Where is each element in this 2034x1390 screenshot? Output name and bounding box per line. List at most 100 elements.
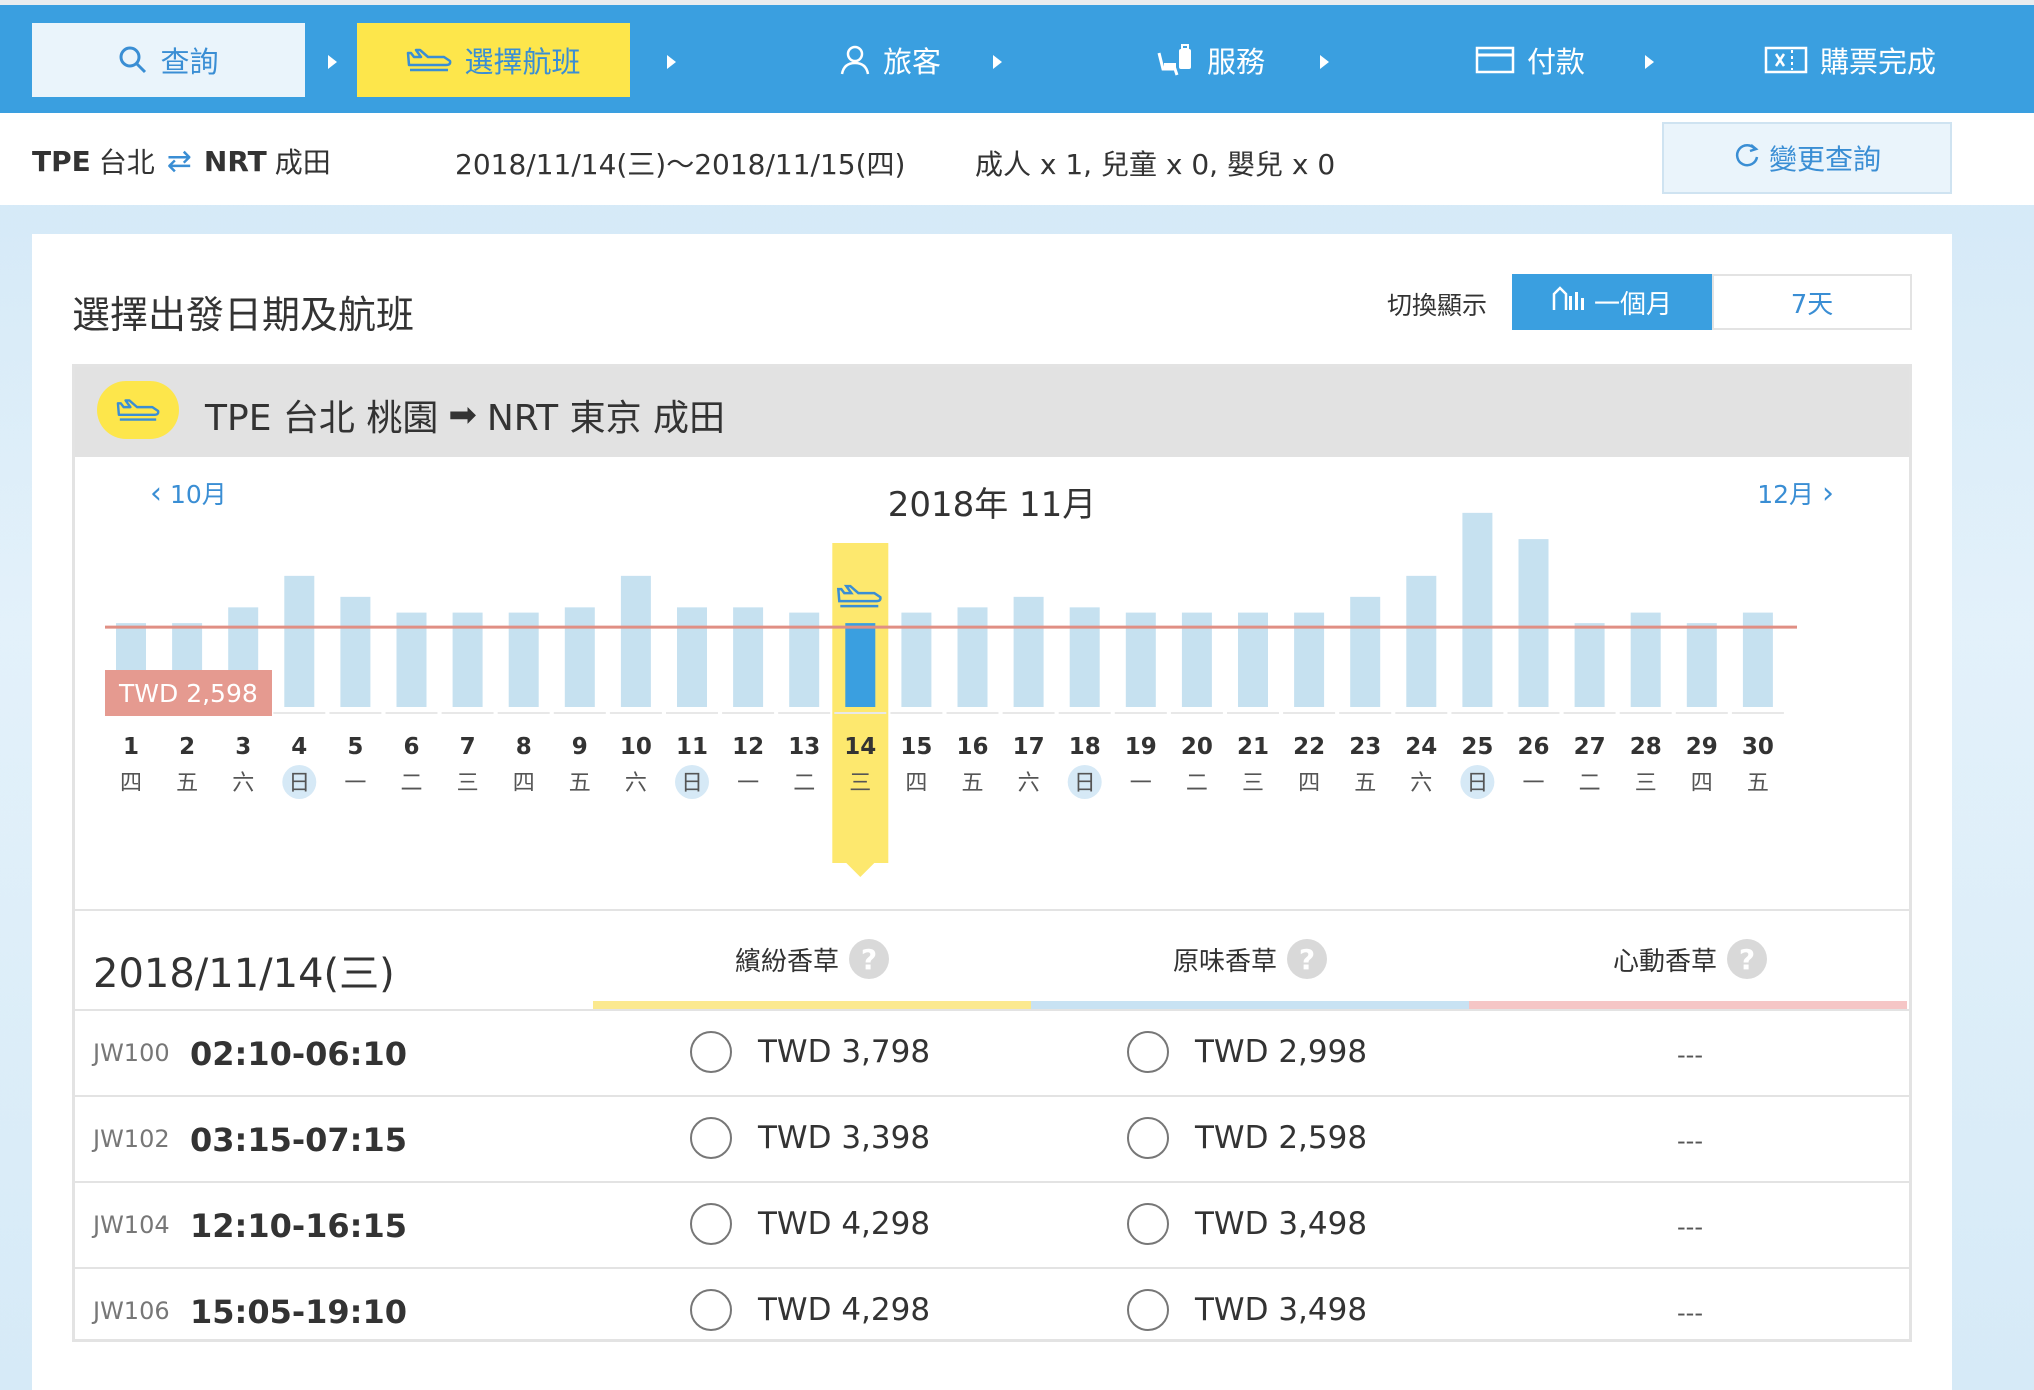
step-select-flight[interactable]: 選擇航班 xyxy=(357,23,630,97)
day-number[interactable]: 22 xyxy=(1293,734,1325,760)
day-number[interactable]: 29 xyxy=(1686,734,1718,760)
fare-color-bar xyxy=(1469,1001,1907,1009)
weekday-label: 三 xyxy=(457,771,479,796)
view-week-button[interactable]: 7天 xyxy=(1712,274,1912,330)
day-number[interactable]: 7 xyxy=(460,734,476,760)
fare-option-fun[interactable]: TWD 3,798 xyxy=(690,1031,930,1073)
help-icon[interactable]: ? xyxy=(1287,939,1327,979)
day-number[interactable]: 5 xyxy=(347,734,363,760)
price-bar[interactable] xyxy=(677,607,707,707)
step-separator-arrow xyxy=(328,55,337,69)
weekday-label: 二 xyxy=(793,771,815,796)
day-number[interactable]: 9 xyxy=(572,734,588,760)
day-number[interactable]: 13 xyxy=(788,734,820,760)
fare-option-basic[interactable]: TWD 3,498 xyxy=(1127,1289,1367,1331)
step-separator-arrow xyxy=(667,55,676,69)
step-complete[interactable]: 購票完成 xyxy=(1700,23,2000,97)
fare-radio[interactable] xyxy=(690,1289,732,1331)
fare-option-basic[interactable]: TWD 2,598 xyxy=(1127,1117,1367,1159)
day-number[interactable]: 23 xyxy=(1349,734,1381,760)
price-bar[interactable] xyxy=(1350,596,1381,707)
fare-unavailable: --- xyxy=(1677,1127,1703,1155)
day-number[interactable]: 8 xyxy=(516,734,532,760)
day-number[interactable]: 12 xyxy=(732,734,764,760)
view-month-button[interactable]: 一個月 xyxy=(1512,274,1712,330)
fare-radio[interactable] xyxy=(690,1117,732,1159)
step-service[interactable]: 服務 xyxy=(1080,23,1340,97)
price-calendar: 1 四 2 五 3 六 4 日 5 一 6 二 7 三 8 四 9 五 10 六 11 日 12 一 13 二 14 三 15 四 16 五 1… xyxy=(75,457,1909,909)
weekday-label: 日 xyxy=(1074,771,1096,796)
fare-radio[interactable] xyxy=(1127,1031,1169,1073)
fare-option-basic[interactable]: TWD 3,498 xyxy=(1127,1203,1367,1245)
step-passenger-label: 旅客 xyxy=(882,45,941,79)
weekday-label: 五 xyxy=(961,771,983,796)
day-number[interactable]: 15 xyxy=(900,734,932,760)
fare-radio[interactable] xyxy=(1127,1117,1169,1159)
fare-unavailable: --- xyxy=(1677,1213,1703,1241)
fare-option-fun[interactable]: TWD 4,298 xyxy=(690,1203,930,1245)
flight-time: 02:10-06:10 xyxy=(190,1035,407,1073)
day-number[interactable]: 27 xyxy=(1574,734,1606,760)
fare-option-fun[interactable]: TWD 4,298 xyxy=(690,1289,930,1331)
fare-radio[interactable] xyxy=(1127,1289,1169,1331)
day-number[interactable]: 21 xyxy=(1237,734,1269,760)
next-month-button[interactable]: 12月 › xyxy=(1757,475,1834,511)
step-passenger[interactable]: 旅客 xyxy=(760,23,1020,97)
flight-number: JW100 xyxy=(93,1039,170,1067)
fare-option-fun[interactable]: TWD 3,398 xyxy=(690,1117,930,1159)
day-number[interactable]: 20 xyxy=(1181,734,1213,760)
weekday-label: 日 xyxy=(681,771,703,796)
day-number[interactable]: 18 xyxy=(1069,734,1101,760)
day-number[interactable]: 16 xyxy=(956,734,988,760)
price-bar[interactable] xyxy=(1574,623,1605,707)
fare-radio[interactable] xyxy=(690,1203,732,1245)
day-number[interactable]: 26 xyxy=(1517,734,1549,760)
day-number[interactable]: 1 xyxy=(123,734,139,760)
day-number[interactable]: 10 xyxy=(620,734,652,760)
fare-option-basic[interactable]: TWD 2,998 xyxy=(1127,1031,1367,1073)
weekday-label: 一 xyxy=(737,771,759,796)
fare-radio[interactable] xyxy=(690,1031,732,1073)
price-bar[interactable] xyxy=(284,575,315,707)
price-bar[interactable] xyxy=(845,623,876,707)
price-bar[interactable] xyxy=(1686,623,1717,707)
price-bar[interactable] xyxy=(733,607,764,707)
price-bar[interactable] xyxy=(1462,512,1493,707)
day-number[interactable]: 4 xyxy=(291,734,307,760)
day-number[interactable]: 14 xyxy=(844,734,876,760)
weekday-label: 二 xyxy=(1579,771,1601,796)
help-icon[interactable]: ? xyxy=(1727,939,1767,979)
fare-price: TWD 4,298 xyxy=(758,1292,931,1328)
day-number[interactable]: 25 xyxy=(1461,734,1493,760)
help-icon[interactable]: ? xyxy=(849,939,889,979)
destination-code: NRT xyxy=(203,144,267,178)
price-bar[interactable] xyxy=(1069,607,1100,707)
day-number[interactable]: 17 xyxy=(1013,734,1045,760)
step-payment[interactable]: 付款 xyxy=(1400,23,1660,97)
price-bar[interactable] xyxy=(1518,539,1549,707)
price-bar[interactable] xyxy=(340,596,371,707)
price-bar[interactable] xyxy=(957,607,988,707)
day-number[interactable]: 19 xyxy=(1125,734,1157,760)
day-number[interactable]: 3 xyxy=(235,734,251,760)
price-bar[interactable] xyxy=(620,575,651,707)
price-bar[interactable] xyxy=(564,607,595,707)
weekday-label: 二 xyxy=(400,771,422,796)
travel-dates: 2018/11/14(三)～2018/11/15(四) xyxy=(455,148,906,181)
day-number[interactable]: 2 xyxy=(179,734,195,760)
route-panel: TPE 台北 桃園 ➡ NRT 東京 成田 1 四 2 五 3 六 4 日 5 一 6 二 7 三 8 四 9 五… xyxy=(72,364,1912,1342)
fare-radio[interactable] xyxy=(1127,1203,1169,1245)
day-number[interactable]: 28 xyxy=(1630,734,1662,760)
change-search-button[interactable]: 變更查詢 xyxy=(1662,122,1952,194)
step-navigation: 查詢 選擇航班 旅客 服務 付款 購票完成 xyxy=(0,0,2034,113)
price-bar[interactable] xyxy=(1013,596,1044,707)
step-search[interactable]: 查詢 xyxy=(32,23,305,97)
day-number[interactable]: 6 xyxy=(403,734,419,760)
route-header: TPE 台北 桃園 ➡ NRT 東京 成田 xyxy=(75,367,1909,457)
day-number[interactable]: 11 xyxy=(676,734,708,760)
flight-number: JW102 xyxy=(93,1125,170,1153)
ticket-icon xyxy=(1764,46,1808,74)
price-bar[interactable] xyxy=(1406,575,1437,707)
day-number[interactable]: 24 xyxy=(1405,734,1437,760)
day-number[interactable]: 30 xyxy=(1742,734,1774,760)
